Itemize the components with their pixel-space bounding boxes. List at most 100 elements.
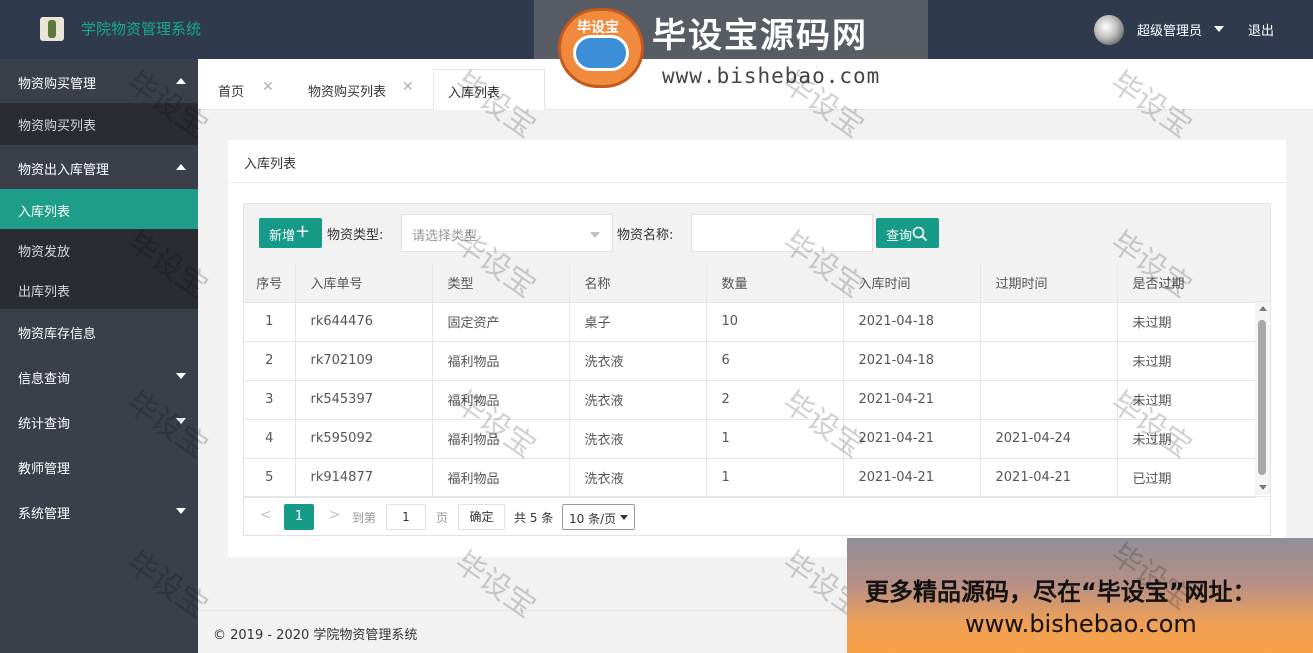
watermark-logo-icon: 毕设宝 [558,8,644,88]
name-input[interactable] [691,214,873,252]
prev-page-button[interactable]: < [260,507,272,523]
column-header[interactable]: 是否过期 [1117,263,1256,303]
close-icon[interactable]: ✕ [402,79,414,95]
sidebar-item-distribution[interactable]: 物资发放 [0,229,198,269]
sidebar-item-outbound-list[interactable]: 出库列表 [0,269,198,309]
table-cell: 福利物品 [432,341,570,381]
sidebar-item-inbound-list[interactable]: 入库列表 [0,189,198,229]
app-title: 学院物资管理系统 [81,20,202,38]
table-cell: 洗衣液 [569,341,707,381]
sidebar-item-label: 物资购买列表 [18,119,97,134]
sidebar-group-label: 物资出入库管理 [18,163,110,178]
watermark-brand: 毕设宝源码网 [652,16,868,56]
sidebar-item-purchase-list[interactable]: 物资购买列表 [0,103,198,145]
app-logo-icon [40,17,64,41]
promo-line2: www.bishebao.com [965,610,1197,638]
column-header[interactable]: 过期时间 [980,263,1118,303]
sidebar-group-stats-query[interactable]: 统计查询 [0,399,198,443]
goto-label: 到第 [352,511,377,525]
card-divider [228,182,1286,183]
tab-label: 入库列表 [448,86,501,101]
table-cell: 未过期 [1117,341,1256,381]
promo-banner: 更多精品源码，尽在“毕设宝”网址： www.bishebao.com [847,538,1313,653]
sidebar-item-inventory[interactable]: 物资库存信息 [0,309,198,353]
type-select[interactable]: 请选择类型 [401,214,613,252]
watermark-banner: 毕设宝 毕设宝源码网 www.bishebao.com [534,0,928,90]
sidebar-group-inout[interactable]: 物资出入库管理 [0,145,198,189]
table-cell: 未过期 [1117,419,1256,459]
table-cell: 桌子 [569,302,707,342]
sidebar-item-label: 出库列表 [18,285,71,300]
card-title: 入库列表 [244,157,297,172]
column-header[interactable]: 入库单号 [295,263,433,303]
name-filter-label: 物资名称: [617,228,674,243]
table-row[interactable]: 2 rk702109 福利物品 洗衣液 6 2021-04-18 未过期 [244,341,1256,381]
table-cell: 未过期 [1117,380,1256,420]
sidebar-group-info-query[interactable]: 信息查询 [0,354,198,398]
scroll-up-icon[interactable] [1259,306,1267,311]
sidebar-item-label: 教师管理 [18,462,71,477]
watermark-logo-text: 毕设宝 [577,20,619,36]
goto-confirm-button[interactable]: 确定 [458,504,505,530]
logout-link[interactable]: 退出 [1248,20,1274,39]
table-cell: rk702109 [295,341,433,381]
chevron-up-icon [176,78,186,84]
table-cell: 2021-04-18 [843,341,981,381]
chevron-down-icon [176,508,186,514]
table-cell: 2 [244,341,296,381]
chevron-down-icon [176,373,186,379]
table-scrollbar[interactable] [1255,302,1270,495]
table-cell [980,380,1118,420]
sidebar-group-label: 信息查询 [18,372,71,387]
next-page-button[interactable]: > [329,507,341,523]
table-cell: 3 [244,380,296,420]
sidebar-group-purchase[interactable]: 物资购买管理 [0,59,198,103]
inbound-table: 序号 入库单号 类型 名称 数量 入库时间 过期时间 是否过期 1 rk6444… [244,263,1256,498]
column-header[interactable]: 序号 [244,263,296,303]
goto-page-input[interactable]: 1 [386,504,426,530]
table-row[interactable]: 3 rk545397 福利物品 洗衣液 2 2021-04-21 未过期 [244,380,1256,420]
search-button-label: 查询 [886,229,913,244]
table-cell: 福利物品 [432,380,570,420]
column-header[interactable]: 入库时间 [843,263,981,303]
table-cell: 固定资产 [432,302,570,342]
sidebar-group-system[interactable]: 系统管理 [0,489,198,533]
table-cell: 2021-04-21 [843,419,981,459]
table-cell: rk545397 [295,380,433,420]
sidebar-item-label: 物资发放 [18,245,71,260]
column-header[interactable]: 名称 [569,263,707,303]
tab-home[interactable]: 首页 ✕ [204,69,290,110]
page-button-current[interactable]: 1 [284,504,314,530]
user-avatar[interactable] [1094,15,1124,45]
chevron-down-icon [590,232,600,238]
type-filter-label: 物资类型: [327,228,384,243]
search-button[interactable]: 查询 [876,218,939,248]
table-row[interactable]: 5 rk914877 福利物品 洗衣液 1 2021-04-21 2021-04… [244,458,1256,498]
scroll-down-icon[interactable] [1259,485,1267,490]
page-size-value: 10 条/页 [569,512,617,526]
table-row[interactable]: 4 rk595092 福利物品 洗衣液 1 2021-04-21 2021-04… [244,419,1256,459]
tab-label: 首页 [218,85,245,100]
page-size-select[interactable]: 10 条/页 [562,504,635,530]
table-cell: 洗衣液 [569,380,707,420]
table-cell: 2021-04-21 [843,458,981,498]
scrollbar-thumb[interactable] [1258,320,1266,475]
table-cell [980,341,1118,381]
close-icon[interactable]: ✕ [262,79,274,95]
chevron-down-icon[interactable] [1214,26,1224,32]
scrollbar-header-gutter [1255,263,1270,302]
column-header[interactable]: 类型 [432,263,570,303]
table-cell: 2021-04-18 [843,302,981,342]
chevron-down-icon [176,418,186,424]
column-header[interactable]: 数量 [706,263,844,303]
tab-inbound-list[interactable]: 入库列表 [433,69,545,110]
user-menu[interactable]: 超级管理员 [1137,20,1202,39]
promo-line1: 更多精品源码，尽在“毕设宝”网址： [865,578,1257,606]
sidebar-item-teachers[interactable]: 教师管理 [0,444,198,488]
table-cell: 10 [706,302,844,342]
table-cell: 2 [706,380,844,420]
add-button[interactable]: 新增 + [259,218,322,248]
table-cell: 5 [244,458,296,498]
table-row[interactable]: 1 rk644476 固定资产 桌子 10 2021-04-18 未过期 [244,302,1256,342]
tab-purchase-list[interactable]: 物资购买列表 ✕ [294,69,428,110]
